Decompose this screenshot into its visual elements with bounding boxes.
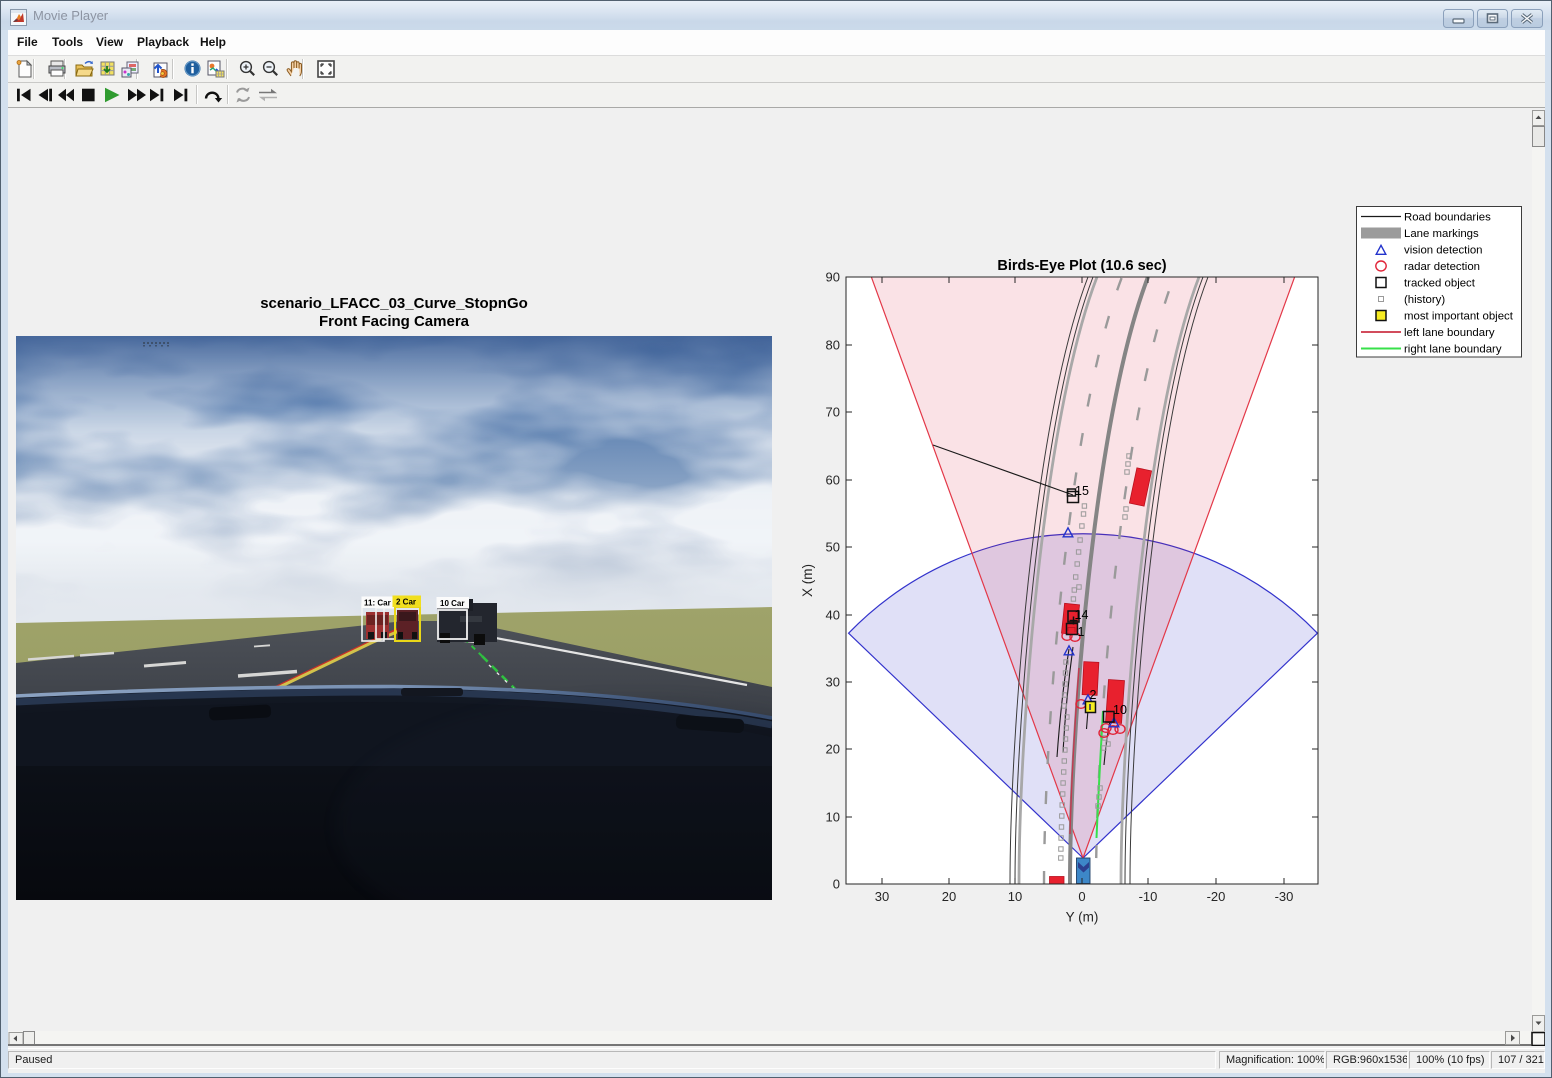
svg-text:80: 80 — [826, 338, 840, 353]
svg-text:50: 50 — [826, 540, 840, 555]
svg-text:15: 15 — [1075, 484, 1089, 498]
svg-text:left lane boundary: left lane boundary — [1404, 327, 1495, 339]
svg-text:right lane boundary: right lane boundary — [1404, 344, 1502, 356]
svg-text:10: 10 — [1113, 703, 1127, 717]
svg-text:vision detection: vision detection — [1404, 245, 1483, 257]
svg-text:0: 0 — [1078, 889, 1085, 904]
svg-text:20: 20 — [826, 742, 840, 757]
svg-text:-30: -30 — [1275, 889, 1294, 904]
svg-text:-10: -10 — [1139, 889, 1158, 904]
svg-text:30: 30 — [875, 889, 889, 904]
svg-text:70: 70 — [826, 405, 840, 420]
svg-text:14: 14 — [1075, 608, 1089, 622]
svg-text:Birds-Eye Plot (10.6 sec): Birds-Eye Plot (10.6 sec) — [997, 258, 1166, 274]
svg-text:Lane markings: Lane markings — [1404, 228, 1479, 240]
svg-text:X (m): X (m) — [800, 564, 815, 597]
svg-text:tracked object: tracked object — [1404, 278, 1476, 290]
svg-text:10: 10 — [826, 810, 840, 825]
svg-text:radar detection: radar detection — [1404, 261, 1480, 273]
svg-text:60: 60 — [826, 473, 840, 488]
svg-text:-20: -20 — [1207, 889, 1226, 904]
svg-text:Road boundaries: Road boundaries — [1404, 212, 1491, 224]
svg-text:90: 90 — [826, 270, 840, 285]
svg-text:10: 10 — [1008, 889, 1022, 904]
svg-text:Y (m): Y (m) — [1066, 910, 1099, 925]
svg-text:30: 30 — [826, 675, 840, 690]
svg-text:1: 1 — [1078, 625, 1085, 639]
svg-text:20: 20 — [942, 889, 956, 904]
svg-text:2: 2 — [1090, 688, 1097, 702]
svg-text:most important object: most important object — [1404, 311, 1514, 323]
svg-text:40: 40 — [826, 608, 840, 623]
svg-text:(history): (history) — [1404, 294, 1445, 306]
svg-text:0: 0 — [833, 877, 840, 892]
